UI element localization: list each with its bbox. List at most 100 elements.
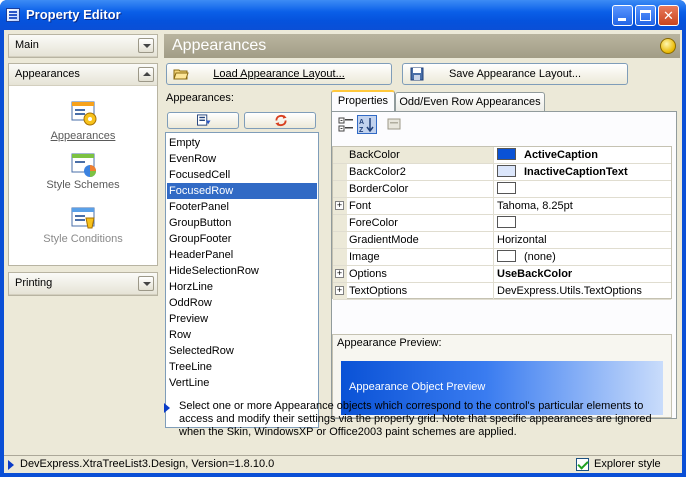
row-gutter	[333, 181, 347, 197]
property-row[interactable]: GradientMode Horizontal	[333, 232, 671, 249]
load-layout-button[interactable]: Load Appearance Layout...	[166, 63, 392, 85]
nav-group-header[interactable]: Main	[9, 35, 157, 57]
title-bar[interactable]: Property Editor ✕	[0, 0, 686, 30]
list-item[interactable]: FocusedCell	[167, 167, 317, 183]
property-row[interactable]: BackColor2 InactiveCaptionText	[333, 164, 671, 181]
select-list-icon	[197, 114, 211, 126]
property-grid[interactable]: BackColor ActiveCaption BackColor2 Inactive…	[332, 146, 672, 300]
property-row[interactable]: ForeColor	[333, 215, 671, 232]
property-name: ForeColor	[347, 215, 494, 231]
property-value[interactable]: ActiveCaption	[495, 147, 671, 163]
color-swatch	[497, 182, 516, 194]
expand-plus-icon[interactable]: +	[335, 201, 344, 210]
close-button[interactable]: ✕	[658, 5, 679, 26]
property-value[interactable]	[495, 181, 671, 197]
expand-plus-icon[interactable]: +	[335, 286, 344, 295]
row-gutter[interactable]: +	[333, 283, 347, 299]
property-pages-button[interactable]	[384, 115, 404, 134]
row-gutter	[333, 232, 347, 248]
save-layout-button[interactable]: Save Appearance Layout...	[402, 63, 628, 85]
reset-button[interactable]	[244, 112, 316, 129]
row-gutter	[333, 164, 347, 180]
svg-text:Z: Z	[359, 127, 364, 133]
property-value-text: InactiveCaptionText	[524, 166, 628, 178]
property-value-text: Tahoma, 8.25pt	[497, 200, 573, 212]
list-item[interactable]: EvenRow	[167, 151, 317, 167]
property-value-text: DevExpress.Utils.TextOptions	[497, 285, 642, 297]
list-item[interactable]: VertLine	[167, 375, 317, 391]
list-item[interactable]: GroupFooter	[167, 231, 317, 247]
minimize-icon	[618, 18, 626, 21]
property-value[interactable]: (none)	[495, 249, 671, 265]
property-name: Image	[347, 249, 494, 265]
tab-label: Odd/Even Row Appearances	[399, 96, 541, 108]
nav-group-printing[interactable]: Printing	[8, 272, 158, 296]
select-all-button[interactable]	[167, 112, 239, 129]
row-gutter[interactable]: +	[333, 198, 347, 214]
row-gutter[interactable]: +	[333, 266, 347, 282]
status-text: DevExpress.XtraTreeList3.Design, Version…	[20, 458, 275, 470]
list-item[interactable]: HeaderPanel	[167, 247, 317, 263]
window-title: Property Editor	[26, 7, 121, 22]
property-value[interactable]: Tahoma, 8.25pt	[495, 198, 671, 214]
list-item[interactable]: Empty	[167, 135, 317, 151]
property-row[interactable]: + TextOptions DevExpress.Utils.TextOptions	[333, 283, 671, 300]
refresh-icon	[275, 114, 287, 127]
property-value[interactable]: Horizontal	[495, 232, 671, 248]
list-item[interactable]: Preview	[167, 311, 317, 327]
client-area: Main Appearances Appearances Style Schem…	[4, 30, 682, 473]
panel-title: Appearances	[172, 37, 267, 54]
nav-group-main[interactable]: Main	[8, 34, 158, 58]
list-item[interactable]: TreeLine	[167, 359, 317, 375]
property-name: BorderColor	[347, 181, 494, 197]
save-layout-label: Save Appearance Layout...	[448, 68, 582, 80]
property-value[interactable]: UseBackColor	[495, 266, 671, 282]
expand-plus-icon[interactable]: +	[335, 269, 344, 278]
explorer-style-checkbox[interactable]	[576, 458, 589, 471]
property-row[interactable]: BackColor ActiveCaption	[333, 147, 671, 164]
nav-group-header[interactable]: Printing	[9, 273, 157, 295]
row-gutter	[333, 249, 347, 265]
tab-odd-even-row[interactable]: Odd/Even Row Appearances	[395, 92, 545, 112]
list-item[interactable]: Row	[167, 327, 317, 343]
nav-group-label: Appearances	[15, 68, 80, 80]
property-row[interactable]: + Options UseBackColor	[333, 266, 671, 283]
list-item[interactable]: SelectedRow	[167, 343, 317, 359]
chevron-down-icon[interactable]	[138, 38, 154, 53]
categorized-button[interactable]	[336, 115, 356, 134]
list-item[interactable]: HorzLine	[167, 279, 317, 295]
list-item[interactable]: HideSelectionRow	[167, 263, 317, 279]
property-value-text: (none)	[524, 251, 556, 263]
appearances-list[interactable]: Empty EvenRow FocusedCell FocusedRow FooterP…	[165, 132, 319, 428]
property-value[interactable]: DevExpress.Utils.TextOptions	[495, 283, 671, 299]
chevron-down-icon[interactable]	[138, 276, 154, 291]
maximize-button[interactable]	[635, 5, 656, 26]
alphabetical-button[interactable]: A Z	[357, 115, 377, 134]
property-name: BackColor2	[347, 164, 494, 180]
property-row[interactable]: Image (none)	[333, 249, 671, 266]
list-item[interactable]: OddRow	[167, 295, 317, 311]
chevron-up-icon[interactable]	[138, 67, 154, 82]
property-value-text: ActiveCaption	[524, 149, 598, 161]
property-row[interactable]: BorderColor	[333, 181, 671, 198]
list-item[interactable]: FocusedRow	[167, 183, 317, 199]
nav-item-style-schemes[interactable]: Style Schemes	[9, 150, 157, 200]
list-item[interactable]: FooterPanel	[167, 199, 317, 215]
property-row[interactable]: + Font Tahoma, 8.25pt	[333, 198, 671, 215]
nav-group-header[interactable]: Appearances	[9, 64, 157, 86]
minimize-button[interactable]	[612, 5, 633, 26]
lightbulb-icon[interactable]	[660, 38, 676, 54]
color-swatch	[497, 165, 516, 177]
folder-open-icon	[173, 69, 189, 80]
tab-properties[interactable]: Properties	[331, 90, 395, 112]
nav-item-label: Appearances	[50, 130, 116, 142]
property-value[interactable]: InactiveCaptionText	[495, 164, 671, 180]
property-value[interactable]	[495, 215, 671, 231]
preview-header: Appearance Preview:	[337, 337, 442, 349]
list-item[interactable]: GroupButton	[167, 215, 317, 231]
nav-item-appearances[interactable]: Appearances	[9, 94, 157, 144]
property-name: TextOptions	[347, 283, 494, 299]
property-name: GradientMode	[347, 232, 494, 248]
nav-item-style-conditions[interactable]: Style Conditions	[9, 206, 157, 256]
status-bar: DevExpress.XtraTreeList3.Design, Version…	[4, 455, 682, 473]
